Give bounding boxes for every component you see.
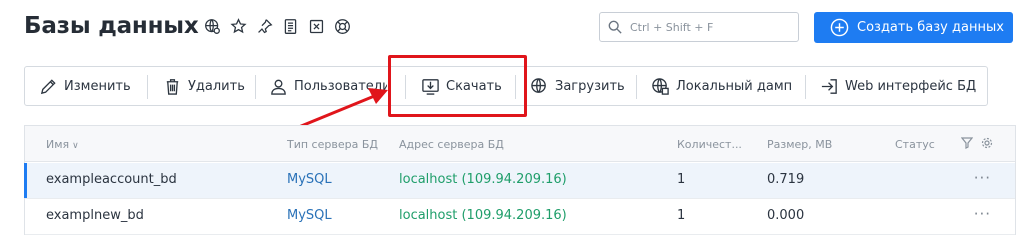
page-title: Базы данных <box>24 13 199 39</box>
edit-label: Изменить <box>64 78 131 94</box>
pin-icon[interactable] <box>254 16 274 36</box>
table-header: Имя ∨ Тип сервера БД Адрес сервера БД Кол… <box>25 126 1015 162</box>
close-window-icon[interactable] <box>306 16 326 36</box>
toolbar-divider <box>515 75 516 99</box>
web-interface-button[interactable]: Web интерфейс БД <box>820 67 976 105</box>
web-interface-label: Web интерфейс БД <box>845 78 977 94</box>
cell-count: 1 <box>677 208 686 223</box>
row-menu-icon[interactable]: ··· <box>974 169 991 187</box>
cell-server-address[interactable]: localhost (109.94.209.16) <box>399 172 567 187</box>
column-header-name[interactable]: Имя ∨ <box>46 138 79 151</box>
search-box[interactable] <box>599 12 799 42</box>
document-icon[interactable] <box>280 16 300 36</box>
create-database-button[interactable]: Создать базу данных <box>814 12 1013 43</box>
toolbar-divider <box>405 75 406 99</box>
action-toolbar: Изменить Удалить Пользователи Скачать За… <box>24 66 988 106</box>
plus-circle-icon <box>830 18 849 37</box>
trash-icon <box>166 78 179 95</box>
upload-button[interactable]: Загрузить <box>530 67 625 105</box>
column-header-status[interactable]: Статус <box>895 138 935 151</box>
local-dump-button[interactable]: Локальный дамп <box>651 67 792 105</box>
gear-icon[interactable] <box>981 137 993 149</box>
globe-dump-icon <box>652 77 669 95</box>
search-input[interactable] <box>630 20 790 34</box>
toolbar-divider <box>805 75 806 99</box>
cell-name: exampleaccount_bd <box>46 172 177 187</box>
column-header-count[interactable]: Количест... <box>677 138 747 151</box>
cell-size: 0.000 <box>767 208 805 223</box>
column-header-server-address[interactable]: Адрес сервера БД <box>399 138 504 151</box>
login-icon <box>821 78 837 94</box>
cell-count: 1 <box>677 172 686 187</box>
cell-server-type[interactable]: MySQL <box>287 172 332 187</box>
column-header-size[interactable]: Размер, MB <box>767 138 832 151</box>
delete-label: Удалить <box>188 78 245 94</box>
users-label: Пользователи <box>294 78 387 94</box>
create-database-label: Создать базу данных <box>857 20 1004 35</box>
pencil-icon <box>40 78 56 94</box>
users-button[interactable]: Пользователи <box>269 67 387 105</box>
globe-upload-icon <box>531 77 546 93</box>
help-lifebuoy-icon[interactable] <box>332 16 352 36</box>
row-menu-icon[interactable]: ··· <box>974 205 991 223</box>
delete-button[interactable]: Удалить <box>163 67 245 105</box>
table-row[interactable]: exampleaccount_bd MySQL localhost (109.9… <box>24 163 1015 199</box>
chevron-down-icon: ∨ <box>72 141 79 151</box>
upload-label: Загрузить <box>555 78 625 94</box>
toolbar-divider <box>636 75 637 99</box>
toolbar-divider <box>255 75 256 99</box>
download-icon <box>422 78 439 95</box>
filter-icon[interactable] <box>961 137 973 149</box>
column-header-server-type[interactable]: Тип сервера БД <box>287 138 378 151</box>
cell-server-address[interactable]: localhost (109.94.209.16) <box>399 208 567 223</box>
toolbar-divider <box>147 75 148 99</box>
user-icon <box>271 79 286 95</box>
local-dump-label: Локальный дамп <box>676 78 793 94</box>
table-row[interactable]: examplnew_bd MySQL localhost (109.94.209… <box>25 199 1015 235</box>
databases-table: Имя ∨ Тип сервера БД Адрес сервера БД Кол… <box>24 125 1016 235</box>
cell-server-type[interactable]: MySQL <box>287 208 332 223</box>
globe-settings-icon[interactable] <box>202 16 222 36</box>
download-button[interactable]: Скачать <box>421 67 502 105</box>
star-icon[interactable] <box>228 16 248 36</box>
cell-size: 0.719 <box>767 172 805 187</box>
search-icon <box>608 20 622 34</box>
download-label: Скачать <box>446 78 502 94</box>
edit-button[interactable]: Изменить <box>39 67 131 105</box>
cell-name: examplnew_bd <box>46 208 144 223</box>
header-actions <box>961 137 993 149</box>
title-icons <box>202 16 352 36</box>
